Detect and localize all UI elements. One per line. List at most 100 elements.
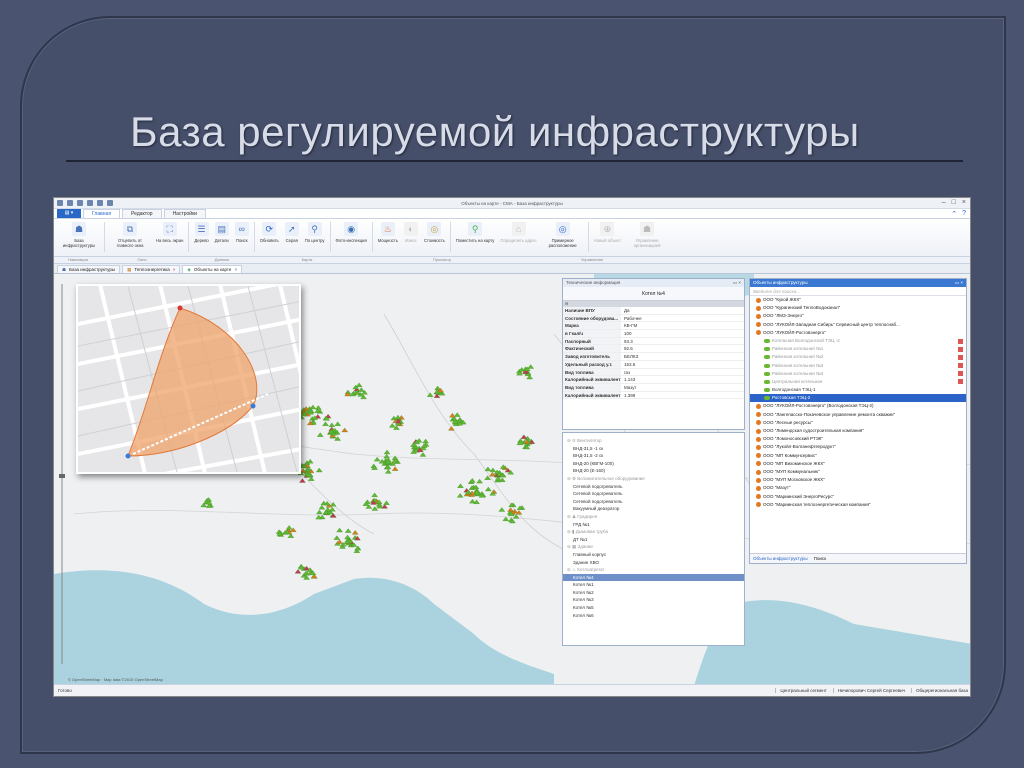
property-row[interactable]: Калорийный эквивалент 1.143	[563, 376, 744, 384]
property-row[interactable]: Фактический 92.6	[563, 345, 744, 354]
tree-section[interactable]: ⊖ ▦ Здание	[563, 543, 744, 551]
tree-item[interactable]: Сетевой подогреватель	[563, 490, 744, 498]
tree-section[interactable]: ⊖ ≋ Вентилятор	[563, 437, 744, 445]
object-tree-item[interactable]: ООО "Лесные ресурсы"	[750, 419, 966, 427]
object-tree-item[interactable]: ООО "МП Коммунсервис"	[750, 452, 966, 460]
object-tree-item[interactable]: Ростовская ТЭЦ-2	[750, 394, 966, 403]
new-icon[interactable]	[67, 200, 73, 206]
tree-item[interactable]: ГРД №1	[563, 521, 744, 529]
object-tree-item[interactable]: ООО "Лангепасско-Покачевское управление …	[750, 411, 966, 419]
collapse-ribbon-icon[interactable]: ⌃	[951, 210, 957, 218]
close-icon[interactable]: ×	[962, 199, 966, 206]
tree-item[interactable]: Здание ХВО	[563, 559, 744, 567]
property-row[interactable]: Наличие ВПУ Да	[563, 307, 744, 315]
property-row[interactable]: в Гкал/ч 100	[563, 330, 744, 338]
tree-section[interactable]: ⊖ ♨ Котлоагрегат	[563, 566, 744, 574]
tree-item[interactable]: Котел №6	[563, 612, 744, 620]
tab-editor[interactable]: Редактор	[122, 209, 162, 218]
property-row[interactable]: Состояние оборудова... Рабочее	[563, 314, 744, 323]
undo-icon[interactable]	[97, 200, 103, 206]
property-row[interactable]: Завод изготовитель БЕЛКЗ	[563, 353, 744, 361]
objects-search-input[interactable]: Введите для поиска...	[750, 287, 966, 296]
tree-section[interactable]: ⊖ ♟ Градирня	[563, 513, 744, 521]
object-tree-item[interactable]: ООО "ЛМЗ-Энерго"	[750, 312, 966, 320]
tab-search[interactable]: Поиск	[814, 554, 826, 563]
file-menu-button[interactable]: ▤ ▾	[57, 209, 81, 218]
people-button[interactable]: ☗ База инфраструктуры	[56, 222, 102, 248]
property-row[interactable]: Марка КВ-ГМ	[563, 322, 744, 331]
tree-item[interactable]: Котел №3	[563, 596, 744, 604]
wear-button[interactable]: ◐ Износ	[401, 222, 421, 243]
doc-tab-map-objects[interactable]: ◈ Объекты на карте ×	[182, 265, 243, 274]
object-tree-item[interactable]: ООО "Лукойл-Волганефтепродукт"	[750, 443, 966, 451]
fullscreen-button[interactable]: ⛶ На весь экран	[153, 222, 186, 243]
tree-item[interactable]: Главный корпус	[563, 551, 744, 559]
coins-button[interactable]: ◎ Стоимость	[421, 222, 448, 243]
object-tree-item[interactable]: ООО "МУП Московское ЖКХ"	[750, 476, 966, 484]
tree-button[interactable]: ☰ Дерево	[191, 222, 211, 243]
close-tab-icon[interactable]: ×	[234, 266, 237, 274]
tree-item[interactable]: ВНД-20 (Е-160)	[563, 467, 744, 475]
camera-button[interactable]: ◉ Фото-инспекция	[333, 222, 370, 243]
object-tree-item[interactable]: Центральная котельная	[750, 378, 966, 386]
minimize-icon[interactable]: –	[942, 199, 946, 206]
tree-item[interactable]: Котел №2	[563, 589, 744, 597]
object-tree-item[interactable]: Районная котельная №2	[750, 353, 966, 361]
open-icon[interactable]	[77, 200, 83, 206]
object-tree-item[interactable]: Районная котельная №3	[750, 362, 966, 370]
object-tree-item[interactable]: ООО "МУП Коммунальник"	[750, 468, 966, 476]
tab-objects[interactable]: Объекты инфраструктуры	[753, 554, 808, 563]
objects-tree[interactable]: ООО "Кукой ЖКХ" ООО "Курагинский ТеплоВод…	[750, 296, 966, 509]
object-tree-item[interactable]: ООО "ЛУКОЙЛ-Западная Сибирь" Сервисный ц…	[750, 321, 966, 329]
close-tab-icon[interactable]: ×	[173, 266, 176, 274]
property-row[interactable]: Калорийный эквивалент 1.399	[563, 391, 744, 400]
map-pin-button[interactable]: ⚲ Поместить на карту	[453, 222, 498, 243]
object-tree-item[interactable]: Волгодонская ТЭЦ-1	[750, 386, 966, 394]
tree-item[interactable]: Вакуумный деаэратор	[563, 505, 744, 513]
tree-item[interactable]: ВНД-31,5 -1 ск	[563, 445, 744, 453]
object-tree-item[interactable]: ООО "Мариинский ЭнергоРесурс"	[750, 493, 966, 501]
doc-tab-heat[interactable]: ▦ Теплоэнергетика ×	[122, 265, 181, 274]
details-button[interactable]: ▤ Детали	[212, 222, 232, 243]
pointer-button[interactable]: ➚ Серая	[282, 222, 302, 243]
tree-item[interactable]: ДТ №1	[563, 536, 744, 544]
tab-home[interactable]: Главная	[83, 209, 121, 218]
tab-settings[interactable]: Настройки	[163, 209, 207, 218]
org-button[interactable]: ☗ Управление организацией	[624, 222, 670, 248]
object-tree-item[interactable]: ООО "Ломоносовский РТЭК"	[750, 435, 966, 443]
tag-button[interactable]: ⌂ Определить адрес	[497, 222, 539, 243]
plus-button[interactable]: ⊕ Новый объект	[591, 222, 624, 243]
binoculars-button[interactable]: ∞ Поиск	[232, 222, 252, 243]
panel-close-icon[interactable]: ▭ ×	[955, 279, 963, 287]
magnifier-button[interactable]: ⚲ По центру	[302, 222, 328, 243]
tree-item[interactable]: ВНД-20 (КВГМ-100)	[563, 460, 744, 468]
tree-item[interactable]: Сетевой подогреватель	[563, 498, 744, 506]
detach-button[interactable]: ⧉ Отцепить от главного окна	[107, 222, 153, 248]
object-tree-item[interactable]: ООО "Лимендская судостроительная компани…	[750, 427, 966, 435]
equipment-tree[interactable]: ⊖ ≋ Вентилятор ВНД-31,5 -1 ск ВНД-31,5 -2 …	[563, 437, 744, 619]
save-icon[interactable]	[87, 200, 93, 206]
property-row[interactable]: Вид топлива Мазут	[563, 383, 744, 392]
panel-close-icon[interactable]: ▭ ×	[733, 279, 741, 287]
object-tree-item[interactable]: ООО "ЛУКОЙЛ-Ростовэнерго" (Волгодонская …	[750, 402, 966, 410]
object-tree-item[interactable]: Районная котельная №4	[750, 370, 966, 378]
tree-item[interactable]: Котел №1	[563, 581, 744, 589]
object-tree-item[interactable]: ООО "Мазут"	[750, 484, 966, 492]
tree-item[interactable]: Сетевой подогреватель	[563, 483, 744, 491]
map-view[interactable]: Технические информация ▭ × Котел №4 ⊖ Нал…	[54, 274, 970, 686]
doc-tab-infrastructure[interactable]: ☗ База инфраструктуры	[57, 265, 121, 273]
maximize-icon[interactable]: □	[952, 199, 956, 206]
property-row[interactable]: Паспорный 93.3	[563, 337, 744, 346]
object-tree-item[interactable]: ООО "Кукой ЖКХ"	[750, 296, 966, 304]
tree-item[interactable]: Котел №5	[563, 604, 744, 612]
property-row[interactable]: Удельный расход у.т. 153.6	[563, 360, 744, 369]
equipment-tree-panel[interactable]: ⊖ ≋ Вентилятор ВНД-31,5 -1 ск ВНД-31,5 -2 …	[562, 432, 745, 646]
object-tree-item[interactable]: ООО "Курагинский ТеплоВодоканал"	[750, 304, 966, 312]
refresh-button[interactable]: ⟳ Обновить	[257, 222, 282, 243]
property-row[interactable]: Вид топлива газ	[563, 368, 744, 377]
target-button[interactable]: ◎ Примерное расположение	[540, 222, 586, 248]
object-tree-item[interactable]: Районная котельная №1	[750, 345, 966, 353]
object-tree-item[interactable]: ООО "Мариинская теплоэнергетическая комп…	[750, 501, 966, 509]
tree-item[interactable]: ВНД-31,5 -2 ск	[563, 452, 744, 460]
fire-button[interactable]: ♨ Мощность	[375, 222, 401, 243]
